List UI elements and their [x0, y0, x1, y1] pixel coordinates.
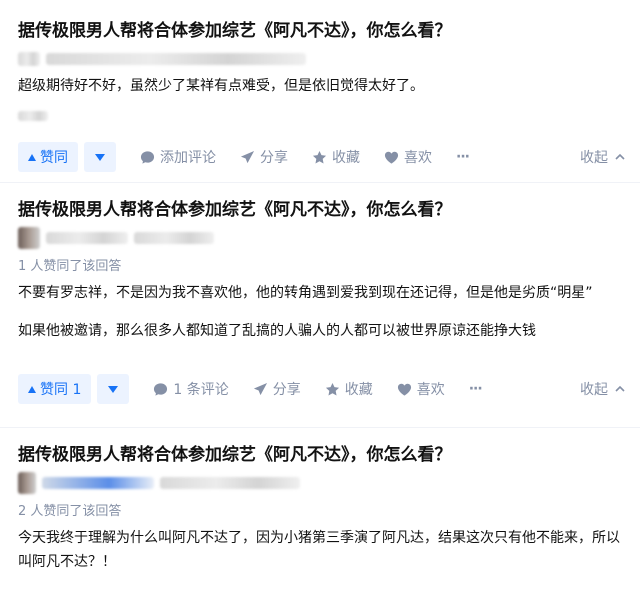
- share-button[interactable]: 分享: [240, 147, 288, 167]
- answer-content[interactable]: 今天我终于理解为什么叫阿凡不达了，因为小猪第三季演了阿凡达，结果这次只有他不能来…: [18, 526, 626, 574]
- chevron-up-icon: [615, 385, 625, 392]
- author-row-blurred: [18, 50, 626, 68]
- question-title[interactable]: 据传极限男人帮将合体参加综艺《阿凡不达》，你怎么看？: [18, 442, 626, 468]
- more-icon: ···: [456, 149, 470, 165]
- share-button[interactable]: 分享: [253, 379, 301, 399]
- upvote-label: 赞同: [40, 150, 68, 166]
- upvote-arrow-icon: [28, 385, 36, 393]
- answer-paragraph: 叫阿凡不达？！: [18, 554, 116, 570]
- upvote-button[interactable]: 赞同 1: [18, 374, 92, 404]
- downvote-button[interactable]: [97, 374, 130, 404]
- author-name-blurred: [46, 232, 128, 244]
- favorite-label: 收藏: [344, 382, 373, 398]
- chevron-up-icon: [615, 153, 625, 160]
- upvote-button[interactable]: 赞同: [18, 142, 78, 172]
- author-avatar-blurred: [18, 472, 36, 494]
- like-button[interactable]: 喜欢: [397, 379, 445, 399]
- answer-card: 据传极限男人帮将合体参加综艺《阿凡不达》，你怎么看？ 超级期待好不好，虽然少了某…: [0, 0, 640, 183]
- favorite-button[interactable]: 收藏: [325, 379, 373, 399]
- author-avatar-blurred: [18, 227, 40, 249]
- author-row-blurred: [18, 227, 626, 249]
- like-label: 喜欢: [404, 150, 432, 166]
- action-bar: 赞同 添加评论 分享 收藏 喜欢 ··· 收起: [18, 129, 626, 185]
- like-button[interactable]: 喜欢: [384, 147, 432, 167]
- answer-content[interactable]: 不要有罗志祥，不是因为我不喜欢他，他的转角遇到爱我到现在还记得，但是他是劣质“明…: [18, 281, 626, 343]
- collapse-button[interactable]: 收起: [580, 147, 626, 167]
- downvote-button[interactable]: [84, 142, 116, 172]
- upvote-label: 赞同 1: [40, 382, 82, 398]
- answer-card: 据传极限男人帮将合体参加综艺《阿凡不达》，你怎么看？ 1 人赞同了该回答 不要有…: [0, 183, 640, 428]
- heart-icon: [397, 383, 411, 396]
- comment-icon: [154, 382, 168, 396]
- downvote-arrow-icon: [108, 385, 119, 393]
- author-name-blurred: [46, 53, 306, 65]
- comment-button[interactable]: 添加评论: [140, 147, 216, 167]
- action-bar: 赞同 1 1 条评论 分享 收藏 喜欢 ··· 收起: [18, 361, 626, 417]
- blurred-line: [18, 111, 48, 121]
- collapse-button[interactable]: 收起: [580, 379, 626, 399]
- author-bio-blurred: [134, 232, 214, 244]
- more-button[interactable]: ···: [456, 149, 470, 165]
- share-icon: [240, 150, 255, 163]
- author-row-blurred: [18, 472, 626, 494]
- comment-icon: [140, 150, 155, 164]
- author-avatar-blurred: [18, 52, 40, 66]
- favorite-button[interactable]: 收藏: [312, 147, 360, 167]
- answer-content[interactable]: 超级期待好不好，虽然少了某祥有点难受，但是依旧觉得太好了。: [18, 74, 626, 98]
- heart-icon: [384, 151, 399, 164]
- more-icon: ···: [468, 381, 483, 397]
- author-bio-blurred: [160, 477, 300, 489]
- collapse-label: 收起: [580, 382, 608, 398]
- answer-card: 据传极限男人帮将合体参加综艺《阿凡不达》，你怎么看？ 2 人赞同了该回答 今天我…: [0, 428, 640, 603]
- share-label: 分享: [272, 382, 301, 398]
- star-icon: [312, 150, 327, 163]
- answer-paragraph: 今天我终于理解为什么叫阿凡不达了，因为小猪第三季演了阿凡达，结果这次只有他不能来…: [18, 530, 620, 546]
- star-icon: [325, 382, 339, 395]
- answer-paragraph: 超级期待好不好，虽然少了某祥有点难受，但是依旧觉得太好了。: [18, 78, 424, 94]
- comment-button[interactable]: 1 条评论: [153, 379, 229, 399]
- question-title[interactable]: 据传极限男人帮将合体参加综艺《阿凡不达》，你怎么看？: [18, 197, 626, 223]
- answer-paragraph: 不要有罗志祥，不是因为我不喜欢他，他的转角遇到爱我到现在还记得，但是他是劣质“明…: [18, 285, 593, 301]
- upvote-arrow-icon: [28, 153, 36, 161]
- downvote-arrow-icon: [95, 153, 105, 161]
- voters-count[interactable]: 1 人赞同了该回答: [18, 257, 626, 277]
- comment-label: 添加评论: [160, 150, 216, 166]
- question-title[interactable]: 据传极限男人帮将合体参加综艺《阿凡不达》，你怎么看？: [18, 18, 626, 44]
- more-button[interactable]: ···: [468, 381, 483, 397]
- collapse-label: 收起: [580, 150, 608, 166]
- comment-label: 1 条评论: [173, 382, 229, 398]
- answer-feed: 据传极限男人帮将合体参加综艺《阿凡不达》，你怎么看？ 超级期待好不好，虽然少了某…: [0, 0, 640, 603]
- like-label: 喜欢: [416, 382, 445, 398]
- favorite-label: 收藏: [332, 150, 360, 166]
- share-label: 分享: [260, 150, 288, 166]
- share-icon: [253, 382, 267, 395]
- answer-paragraph: 如果他被邀请，那么很多人都知道了乱搞的人骗人的人都可以被世界原谅还能挣大钱: [18, 323, 536, 339]
- voters-count[interactable]: 2 人赞同了该回答: [18, 502, 626, 522]
- author-name-blurred: [42, 477, 154, 489]
